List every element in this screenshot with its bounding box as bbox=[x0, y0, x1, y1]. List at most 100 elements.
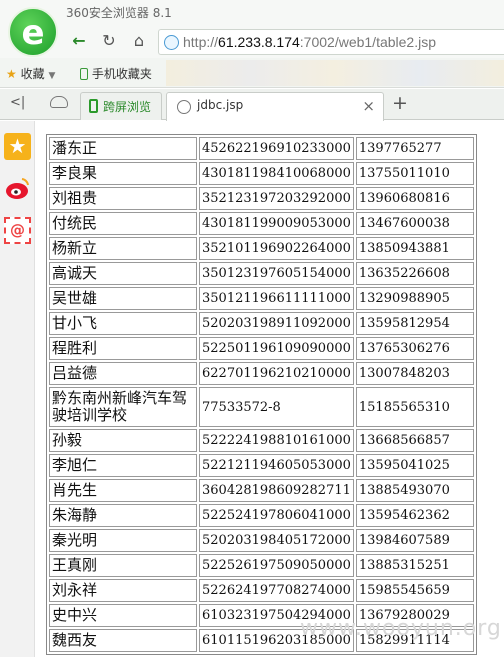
globe-icon bbox=[164, 35, 179, 50]
close-icon[interactable]: × bbox=[362, 97, 375, 115]
name-cell: 高诚天 bbox=[49, 262, 197, 285]
name-cell: 史中兴 bbox=[49, 604, 197, 627]
name-cell: 杨新立 bbox=[49, 237, 197, 260]
mobile-favorites-link[interactable]: 手机收藏夹 bbox=[80, 65, 152, 82]
id-cell: 350123197605154000 bbox=[199, 262, 354, 285]
table-row: 刘永祥 522624197708274000 15985545659 bbox=[49, 579, 474, 602]
window-title: 360安全浏览器 8.1 bbox=[66, 6, 172, 20]
id-cell: 452622196910233000 bbox=[199, 137, 354, 160]
table-row: 朱海静 522524197806041000 13595462362 bbox=[49, 504, 474, 527]
name-cell: 魏西友 bbox=[49, 629, 197, 652]
sidebar-toggle-icon[interactable]: <| bbox=[10, 95, 25, 110]
phone-icon bbox=[89, 99, 98, 113]
phone-cell: 13668566857 bbox=[355, 429, 474, 452]
browser-logo-icon[interactable]: e bbox=[8, 7, 58, 57]
phone-cell: 13850943881 bbox=[355, 237, 474, 260]
phone-cell: 13755011010 bbox=[355, 162, 474, 185]
phone-cell: 15185565310 bbox=[355, 387, 474, 427]
name-cell: 程胜利 bbox=[49, 337, 197, 360]
id-cell: 522121194605053000 bbox=[199, 454, 354, 477]
name-cell: 吕益德 bbox=[49, 362, 197, 385]
id-cell: 522524197806041000 bbox=[199, 504, 354, 527]
id-cell: 77533572-8 bbox=[199, 387, 354, 427]
name-cell: 黔东南州新峰汽车驾驶培训学校 bbox=[49, 387, 197, 427]
phone-cell: 13595462362 bbox=[355, 504, 474, 527]
table-row: 吴世雄 350121196611111000 13290988905 bbox=[49, 287, 474, 310]
id-cell: 350121196611111000 bbox=[199, 287, 354, 310]
table-row: 付统民 430181199009053000 13467600038 bbox=[49, 212, 474, 235]
phone-cell: 13984607589 bbox=[355, 529, 474, 552]
table-row: 程胜利 522501196109090000 13765306276 bbox=[49, 337, 474, 360]
navigation-bar: ← ↻ ⌂ http://61.233.8.174:7002/web1/tabl… bbox=[0, 26, 504, 58]
address-url[interactable]: http://61.233.8.174:7002/web1/table2.jsp bbox=[183, 34, 436, 50]
watermark: www.wooyun.org bbox=[300, 616, 502, 641]
home-button[interactable]: ⌂ bbox=[128, 30, 150, 52]
name-cell: 李良果 bbox=[49, 162, 197, 185]
tab-cross-screen[interactable]: 跨屏浏览 bbox=[80, 92, 162, 120]
bookmarks-bar: ★ 收藏 ▼ 手机收藏夹 bbox=[0, 58, 504, 88]
id-cell: 352101196902264000 bbox=[199, 237, 354, 260]
name-cell: 肖先生 bbox=[49, 479, 197, 502]
id-cell: 520203198405172000 bbox=[199, 529, 354, 552]
name-cell: 李旭仁 bbox=[49, 454, 197, 477]
id-cell: 430181198410068000 bbox=[199, 162, 354, 185]
title-bar: 360安全浏览器 8.1 bbox=[0, 0, 504, 26]
table-row: 潘东正 452622196910233000 1397765277 bbox=[49, 137, 474, 160]
id-cell: 352123197203292000 bbox=[199, 187, 354, 210]
name-cell: 朱海静 bbox=[49, 504, 197, 527]
table-row: 高诚天 350123197605154000 13635226608 bbox=[49, 262, 474, 285]
table-row: 李良果 430181198410068000 13755011010 bbox=[49, 162, 474, 185]
favorites-star-icon[interactable]: ★ bbox=[4, 133, 31, 160]
table-row: 甘小飞 520203198911092000 13595812954 bbox=[49, 312, 474, 335]
phone-cell: 1397765277 bbox=[355, 137, 474, 160]
new-tab-button[interactable]: + bbox=[392, 92, 408, 114]
table-row: 刘祖贵 352123197203292000 13960680816 bbox=[49, 187, 474, 210]
table-row: 孙毅 522224198810161000 13668566857 bbox=[49, 429, 474, 452]
left-sidebar: ★ @ bbox=[0, 121, 35, 657]
id-cell: 522224198810161000 bbox=[199, 429, 354, 452]
name-cell: 甘小飞 bbox=[49, 312, 197, 335]
page-icon bbox=[177, 100, 191, 114]
tab-bar: <| 跨屏浏览 jdbc.jsp × + bbox=[0, 89, 504, 121]
id-cell: 622701196210210000 bbox=[199, 362, 354, 385]
table-row: 王真刚 522526197509050000 13885315251 bbox=[49, 554, 474, 577]
phone-icon bbox=[80, 68, 88, 80]
data-table: 潘东正 452622196910233000 1397765277 李良果 430181… bbox=[46, 134, 477, 655]
chevron-down-icon: ▼ bbox=[48, 71, 56, 81]
address-bar[interactable]: http://61.233.8.174:7002/web1/table2.jsp bbox=[158, 29, 504, 55]
table-row: 李旭仁 522121194605053000 13595041025 bbox=[49, 454, 474, 477]
table-row: 秦光明 520203198405172000 13984607589 bbox=[49, 529, 474, 552]
name-cell: 刘永祥 bbox=[49, 579, 197, 602]
id-cell: 522624197708274000 bbox=[199, 579, 354, 602]
table-row: 杨新立 352101196902264000 13850943881 bbox=[49, 237, 474, 260]
favorites-menu[interactable]: ★ 收藏 ▼ bbox=[6, 65, 55, 82]
phone-cell: 13007848203 bbox=[355, 362, 474, 385]
phone-cell: 15985545659 bbox=[355, 579, 474, 602]
id-cell: 522501196109090000 bbox=[199, 337, 354, 360]
phone-cell: 13885493070 bbox=[355, 479, 474, 502]
name-cell: 秦光明 bbox=[49, 529, 197, 552]
back-button[interactable]: ← bbox=[68, 30, 90, 52]
phone-cell: 13885315251 bbox=[355, 554, 474, 577]
mail-icon[interactable]: @ bbox=[4, 217, 31, 244]
id-cell: 522526197509050000 bbox=[199, 554, 354, 577]
name-cell: 付统民 bbox=[49, 212, 197, 235]
cloud-icon[interactable] bbox=[50, 96, 68, 108]
blurred-bookmarks bbox=[166, 60, 504, 86]
phone-cell: 13635226608 bbox=[355, 262, 474, 285]
table-row: 吕益德 622701196210210000 13007848203 bbox=[49, 362, 474, 385]
weibo-icon[interactable] bbox=[4, 175, 31, 202]
phone-cell: 13765306276 bbox=[355, 337, 474, 360]
tab-jdbc[interactable]: jdbc.jsp × bbox=[166, 92, 384, 121]
table-row: 黔东南州新峰汽车驾驶培训学校 77533572-8 15185565310 bbox=[49, 387, 474, 427]
phone-cell: 13595812954 bbox=[355, 312, 474, 335]
name-cell: 潘东正 bbox=[49, 137, 197, 160]
phone-cell: 13290988905 bbox=[355, 287, 474, 310]
name-cell: 王真刚 bbox=[49, 554, 197, 577]
phone-cell: 13467600038 bbox=[355, 212, 474, 235]
star-icon: ★ bbox=[6, 67, 17, 81]
name-cell: 吴世雄 bbox=[49, 287, 197, 310]
page-content: 潘东正 452622196910233000 1397765277 李良果 430181… bbox=[36, 121, 504, 657]
phone-cell: 13595041025 bbox=[355, 454, 474, 477]
reload-button[interactable]: ↻ bbox=[98, 30, 120, 52]
